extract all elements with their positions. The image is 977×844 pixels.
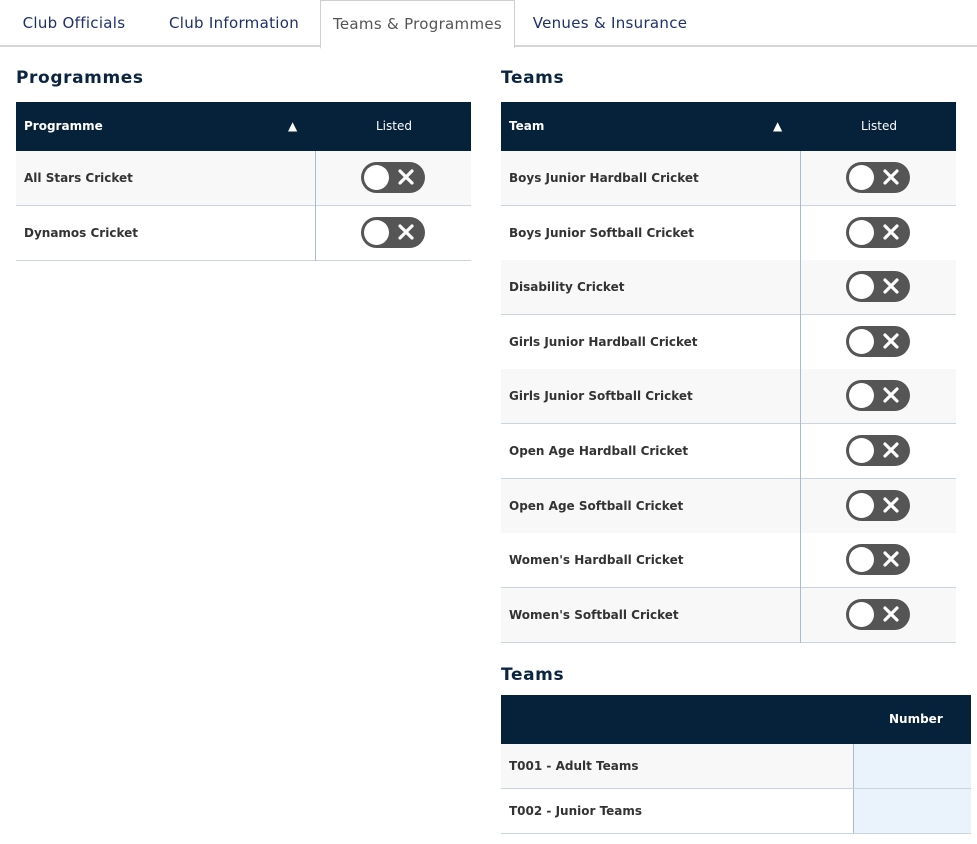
programme-name: Dynamos Cricket: [24, 225, 138, 240]
team-row: Boys Junior Hardball Cricket: [501, 151, 956, 206]
listed-column-header[interactable]: Listed: [376, 102, 412, 151]
team-numbers-title: Teams: [501, 665, 565, 685]
close-icon: [883, 496, 899, 513]
team-name: Girls Junior Hardball Cricket: [509, 334, 698, 349]
number-input-cell[interactable]: [853, 789, 971, 833]
close-icon: [883, 223, 899, 240]
team-row: Girls Junior Hardball Cricket: [501, 314, 956, 370]
programmes-title: Programmes: [16, 68, 144, 88]
sort-ascending-icon[interactable]: ▲: [288, 102, 297, 151]
listed-toggle[interactable]: [361, 162, 425, 193]
column-divider: [800, 151, 801, 206]
team-column-header[interactable]: Team: [509, 102, 544, 151]
toggle-knob: [364, 165, 389, 190]
listed-column-header[interactable]: Listed: [861, 102, 897, 151]
team-row: Open Age Softball Cricket: [501, 478, 956, 534]
toggle-knob: [849, 165, 874, 190]
tab-club-information[interactable]: Club Information: [148, 0, 320, 47]
teams-header: Team ▲ Listed: [501, 102, 956, 151]
close-icon: [883, 169, 899, 185]
toggle-knob: [849, 601, 874, 627]
team-name: Open Age Hardball Cricket: [509, 444, 689, 458]
team-number-name: T001 - Adult Teams: [509, 759, 639, 773]
listed-toggle[interactable]: [846, 380, 910, 412]
listed-toggle[interactable]: [846, 216, 910, 248]
listed-toggle[interactable]: [361, 216, 425, 248]
programmes-header: Programme ▲ Listed: [16, 102, 471, 151]
tab-club-officials[interactable]: Club Officials: [0, 0, 148, 47]
column-divider: [315, 151, 316, 206]
team-row: Boys Junior Softball Cricket: [501, 205, 956, 261]
tab-teams-programmes[interactable]: Teams & Programmes: [320, 0, 515, 49]
column-divider: [800, 205, 801, 261]
column-divider: [800, 369, 801, 425]
toggle-knob: [364, 219, 389, 245]
team-row: Open Age Hardball Cricket: [501, 424, 956, 479]
toggle-knob: [849, 547, 874, 573]
toggle-knob: [849, 492, 874, 518]
listed-toggle[interactable]: [846, 271, 910, 303]
team-number-name: T002 - Junior Teams: [509, 804, 643, 818]
listed-toggle[interactable]: [846, 435, 910, 466]
toggle-knob: [849, 438, 874, 463]
teams-title: Teams: [501, 68, 565, 88]
team-name: Open Age Softball Cricket: [509, 498, 684, 513]
close-icon: [883, 551, 899, 567]
team-row: Disability Cricket: [501, 260, 956, 316]
team-row: Women's Hardball Cricket: [501, 533, 956, 589]
close-icon: [398, 223, 414, 240]
team-number-row: T002 - Junior Teams: [501, 789, 971, 834]
listed-toggle[interactable]: [846, 162, 910, 193]
column-divider: [800, 424, 801, 479]
column-divider: [800, 260, 801, 316]
programme-row: All Stars Cricket: [16, 151, 471, 206]
close-icon: [883, 278, 899, 294]
team-name: Women's Softball Cricket: [509, 607, 679, 622]
listed-toggle[interactable]: [846, 598, 910, 630]
team-name: Boys Junior Hardball Cricket: [509, 171, 699, 185]
close-icon: [398, 169, 414, 185]
listed-toggle[interactable]: [846, 544, 910, 576]
team-name: Disability Cricket: [509, 280, 625, 295]
tab-bar: Club Officials Club Information Teams & …: [0, 0, 977, 49]
team-name: Boys Junior Softball Cricket: [509, 225, 694, 240]
close-icon: [883, 442, 899, 458]
programme-row: Dynamos Cricket: [16, 205, 471, 261]
close-icon: [883, 333, 899, 349]
toggle-knob: [849, 328, 874, 354]
toggle-knob: [849, 219, 874, 245]
team-numbers-header: Number: [501, 695, 971, 744]
listed-toggle[interactable]: [846, 489, 910, 521]
column-divider: [315, 205, 316, 261]
sort-ascending-icon[interactable]: ▲: [773, 102, 782, 151]
team-row: Girls Junior Softball Cricket: [501, 369, 956, 425]
column-divider: [800, 533, 801, 589]
programme-column-header[interactable]: Programme: [24, 102, 103, 151]
team-name: Girls Junior Softball Cricket: [509, 389, 693, 404]
close-icon: [883, 387, 899, 403]
team-name: Women's Hardball Cricket: [509, 553, 684, 568]
team-number-row: T001 - Adult Teams: [501, 744, 971, 789]
column-divider: [800, 314, 801, 370]
toggle-knob: [849, 383, 874, 409]
column-divider: [800, 478, 801, 534]
number-column-header[interactable]: Number: [889, 695, 943, 744]
close-icon: [883, 606, 899, 622]
listed-toggle[interactable]: [846, 325, 910, 357]
toggle-knob: [849, 274, 874, 300]
column-divider: [800, 587, 801, 643]
team-row: Women's Softball Cricket: [501, 587, 956, 643]
number-input-cell[interactable]: [853, 744, 971, 788]
programme-name: All Stars Cricket: [24, 171, 133, 185]
tab-venues-insurance[interactable]: Venues & Insurance: [515, 0, 705, 47]
